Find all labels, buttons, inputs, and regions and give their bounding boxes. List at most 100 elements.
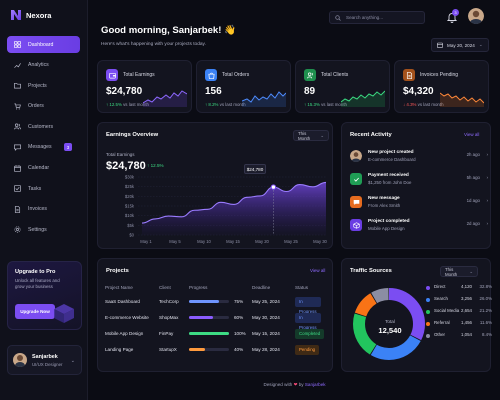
calendar-icon <box>437 42 443 48</box>
app-name: Nexora <box>26 10 52 20</box>
logo[interactable]: Nexora <box>10 8 80 22</box>
sidebar-item-label: Dashboard <box>28 41 54 48</box>
chart-tooltip: $24,780 <box>244 164 266 174</box>
activity-item[interactable]: New message From Alex Smith 1d ago › <box>350 194 488 214</box>
document-icon <box>403 69 415 81</box>
legend-dot <box>426 310 430 314</box>
project-name: E-commerce Website <box>105 315 149 320</box>
activity-item[interactable]: Payment received $1,250 from John Doe 5h… <box>350 171 488 191</box>
legend-item: Search 3,256 26.0% <box>426 296 492 307</box>
cube-illustration-icon <box>54 304 74 323</box>
cart-icon <box>14 103 21 110</box>
table-header: Progress <box>189 285 208 290</box>
period-dropdown[interactable]: This Month ⌄ <box>440 266 478 277</box>
chart-icon <box>14 62 21 69</box>
project-deadline: May 30, 2024 <box>252 315 280 320</box>
earnings-overview-card: Earnings Overview This Month ⌄ Total Ear… <box>97 122 333 249</box>
earnings-area-chart[interactable]: $0 $5k $10k $15k $20k $25k $30k May 1 May 5 May 1… <box>98 123 338 249</box>
sidebar-item-settings[interactable]: Settings <box>7 221 80 238</box>
main-content: Good morning, Sanjarbek! 👋 Here's what's… <box>89 0 500 400</box>
date-picker[interactable]: May 20, 2024 ⌄ <box>431 38 489 52</box>
legend-dot <box>426 286 430 290</box>
stat-value: 89 <box>304 86 316 97</box>
table-row[interactable]: E-commerce Website ShopMax 60% May 30, 2… <box>97 313 321 330</box>
stat-card-clients[interactable]: Total Clients 89 ↑ 15.3% vs last month <box>295 60 390 113</box>
activity-item[interactable]: New project created E-commerce Dashboard… <box>350 148 488 168</box>
user-profile-card[interactable]: Sanjarbek UI/UX Designer ⌄ <box>7 345 82 375</box>
avatar[interactable] <box>468 8 484 24</box>
sidebar-item-projects[interactable]: Projects <box>7 77 80 94</box>
activity-view-all-link[interactable]: View all <box>464 132 479 137</box>
checkbox-icon <box>14 185 21 193</box>
activity-item[interactable]: Project completed Mobile App Design 2d a… <box>350 217 488 237</box>
upgrade-card: Upgrade to Pro Unlock all features and g… <box>7 261 82 330</box>
search-placeholder: Search anything... <box>346 15 384 20</box>
legend-pct: 26.0% <box>479 296 492 301</box>
notification-badge: 3 <box>452 9 459 16</box>
status-badge: In Progress <box>295 297 321 314</box>
legend-value: 1,456 <box>461 320 472 325</box>
donut-center: Total 12,540 <box>370 319 410 335</box>
calendar-icon <box>14 164 21 172</box>
y-tick-label: $10k <box>125 213 135 218</box>
y-tick-label: $0 <box>129 233 134 238</box>
stat-value: 156 <box>205 86 222 97</box>
sidebar-item-label: Messages <box>28 144 52 151</box>
sparkline <box>440 92 484 107</box>
chevron-down-icon: ⌄ <box>478 42 483 47</box>
sidebar-item-tasks[interactable]: Tasks <box>7 180 80 197</box>
activity-title-text: Payment received <box>368 173 409 178</box>
legend-name: Search <box>434 296 448 301</box>
project-client: ShopMax <box>159 315 179 320</box>
sidebar-item-analytics[interactable]: Analytics <box>7 57 80 74</box>
footer-author-link[interactable]: Sanjarbek <box>305 382 326 387</box>
sidebar-item-messages[interactable]: Messages 3 <box>7 139 80 156</box>
projects-view-all-link[interactable]: View all <box>310 268 325 273</box>
x-tick-label: May 15 <box>226 239 240 244</box>
table-row[interactable]: Mobile App Design FinPay 100% May 15, 20… <box>97 329 325 345</box>
project-deadline: May 15, 2024 <box>252 331 280 336</box>
legend-item: Direct 4,120 32.8% <box>426 284 492 295</box>
activity-title-text: New project created <box>368 150 414 155</box>
check-icon <box>350 173 362 185</box>
sidebar-item-invoices[interactable]: Invoices <box>7 201 80 218</box>
table-row[interactable]: SaaS Dashboard TechCorp 75% May 25, 2024… <box>97 297 321 314</box>
y-tick-label: $20k <box>125 194 135 199</box>
activity-title-text: New message <box>368 196 400 201</box>
stat-label: Total Earnings <box>123 72 155 78</box>
stat-card-orders[interactable]: Total Orders 156 ↑ 8.2% vs last month <box>196 60 291 113</box>
chevron-down-icon: ⌄ <box>70 358 75 364</box>
x-tick-label: May 10 <box>197 239 211 244</box>
sidebar-item-calendar[interactable]: Calendar <box>7 160 80 177</box>
sidebar-item-orders[interactable]: Orders <box>7 98 80 115</box>
activity-time: 1d ago <box>466 198 480 203</box>
stat-card-earnings[interactable]: Total Earnings $24,780 ↑ 12.5% vs last m… <box>97 60 192 113</box>
sidebar: Nexora Dashboard Analytics Projects Orde… <box>0 0 88 400</box>
sidebar-item-label: Analytics <box>28 62 49 69</box>
stat-value: $24,780 <box>106 86 143 97</box>
table-row[interactable]: Landing Page StartupX 40% May 28, 2024 P… <box>97 345 320 361</box>
activity-title: Recent Activity <box>350 132 392 138</box>
sidebar-item-customers[interactable]: Customers <box>7 118 80 135</box>
table-header: Project Name <box>105 285 133 290</box>
legend-item: Other 1,054 8.4% <box>426 332 492 343</box>
progress-label: 40% <box>234 347 244 352</box>
sidebar-item-label: Orders <box>28 103 44 110</box>
donut-center-label: Total <box>385 319 395 324</box>
sidebar-item-dashboard[interactable]: Dashboard <box>7 36 80 53</box>
sparkline <box>341 90 385 107</box>
footer-text: Designed with <box>263 382 293 387</box>
stat-card-invoices[interactable]: Invoices Pending $4,320 ↓ 4.3% vs last m… <box>394 60 489 113</box>
upgrade-button[interactable]: Upgrade Now <box>15 304 55 319</box>
progress-fill <box>189 348 205 351</box>
stat-label: Total Orders <box>222 72 250 78</box>
progress-bar <box>189 316 229 319</box>
logo-icon <box>11 10 21 20</box>
progress-label: 60% <box>234 315 244 320</box>
legend-pct: 32.8% <box>479 284 492 289</box>
search-input[interactable]: Search anything... <box>329 11 425 24</box>
stat-delta-value: ↑ 15.3% <box>304 102 320 107</box>
sidebar-item-label: Tasks <box>28 185 42 192</box>
progress-label: 75% <box>234 299 244 304</box>
sidebar-item-label: Projects <box>28 82 47 89</box>
